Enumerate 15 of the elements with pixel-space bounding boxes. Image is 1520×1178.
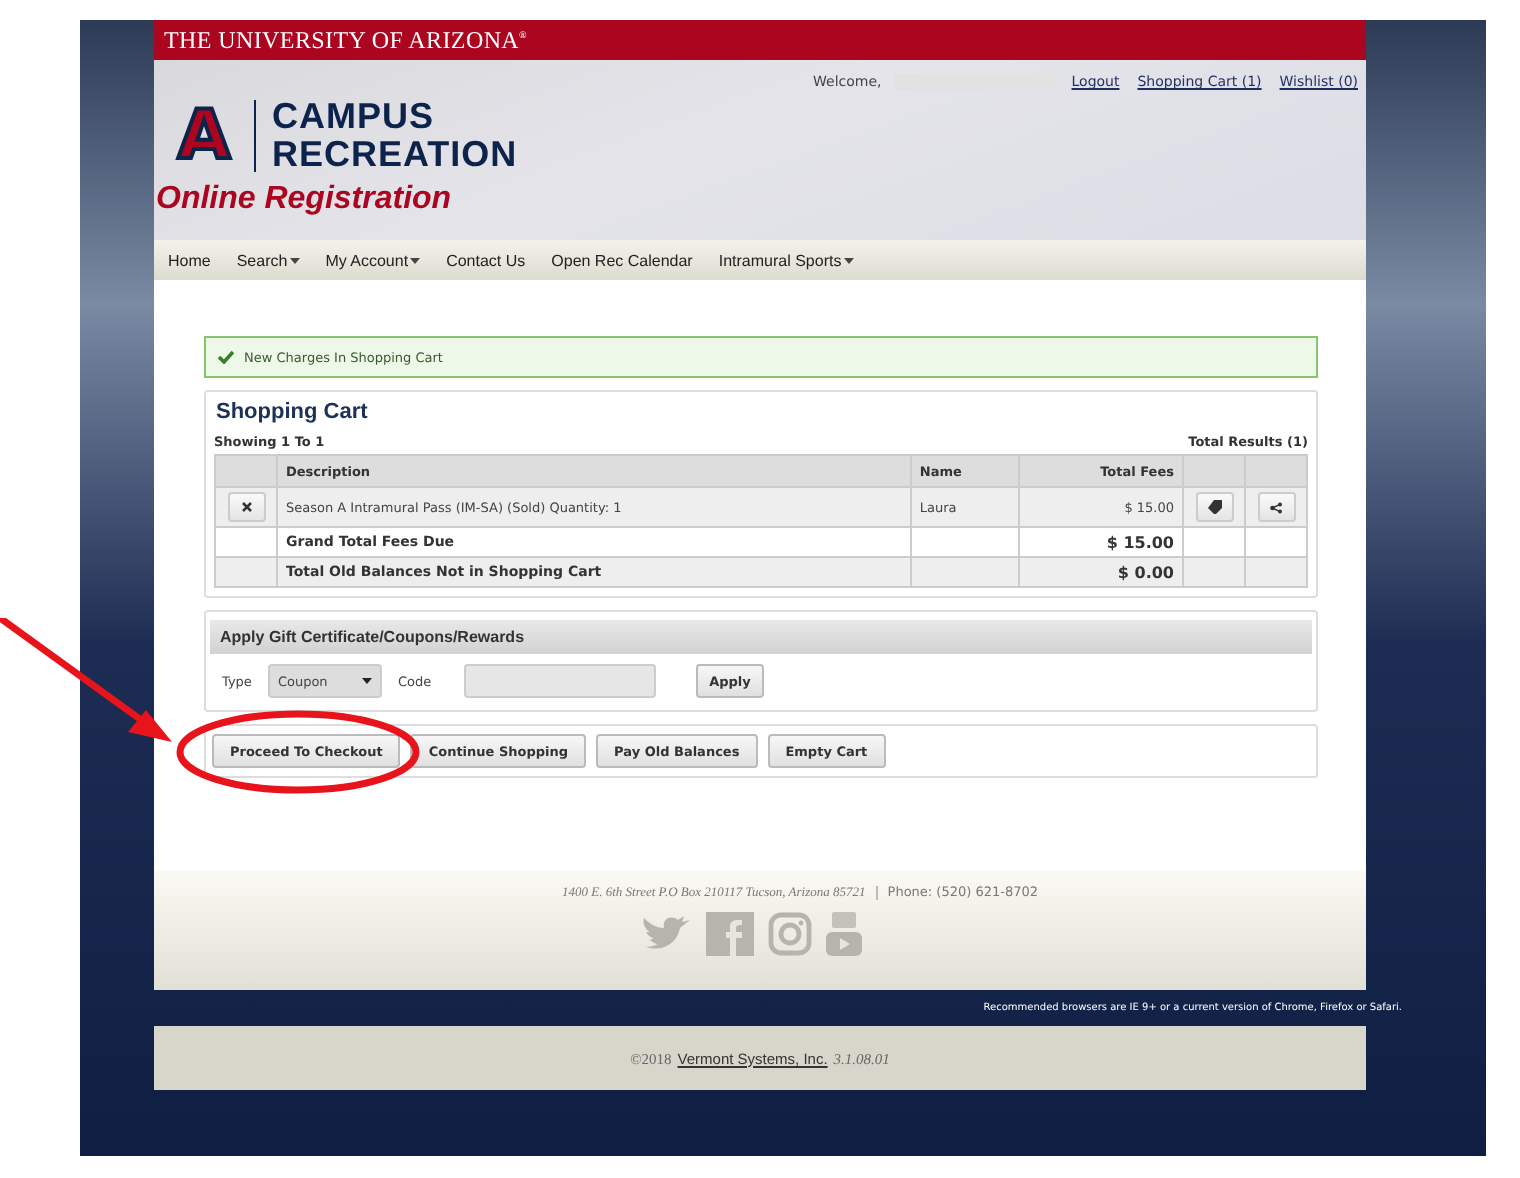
summary-amount: $ 0.00	[1018, 557, 1183, 587]
summary-amount: $ 15.00	[1018, 527, 1183, 557]
logo-text: CAMPUS	[272, 98, 437, 136]
university-wordmark: THE UNIVERSITY OF ARIZONA$^{®}$	[164, 25, 528, 55]
nav-item[interactable]: Home	[168, 251, 211, 269]
nav-item[interactable]: Open Rec Calendar	[551, 251, 693, 269]
block-a-logo: A	[175, 100, 233, 172]
logo-text: RECREATION	[272, 136, 518, 174]
nav-item[interactable]: Intramural Sports	[718, 251, 854, 269]
panel-title: Shopping Cart	[216, 400, 370, 424]
app-title: Online Registration	[156, 182, 454, 218]
nav-item[interactable]: My Account	[325, 251, 421, 269]
nav-item[interactable]: Search	[236, 251, 300, 269]
panel-header: Apply Gift Certificate/Coupons/Rewards	[210, 620, 1312, 654]
nav-item[interactable]: Contact Us	[446, 251, 526, 269]
